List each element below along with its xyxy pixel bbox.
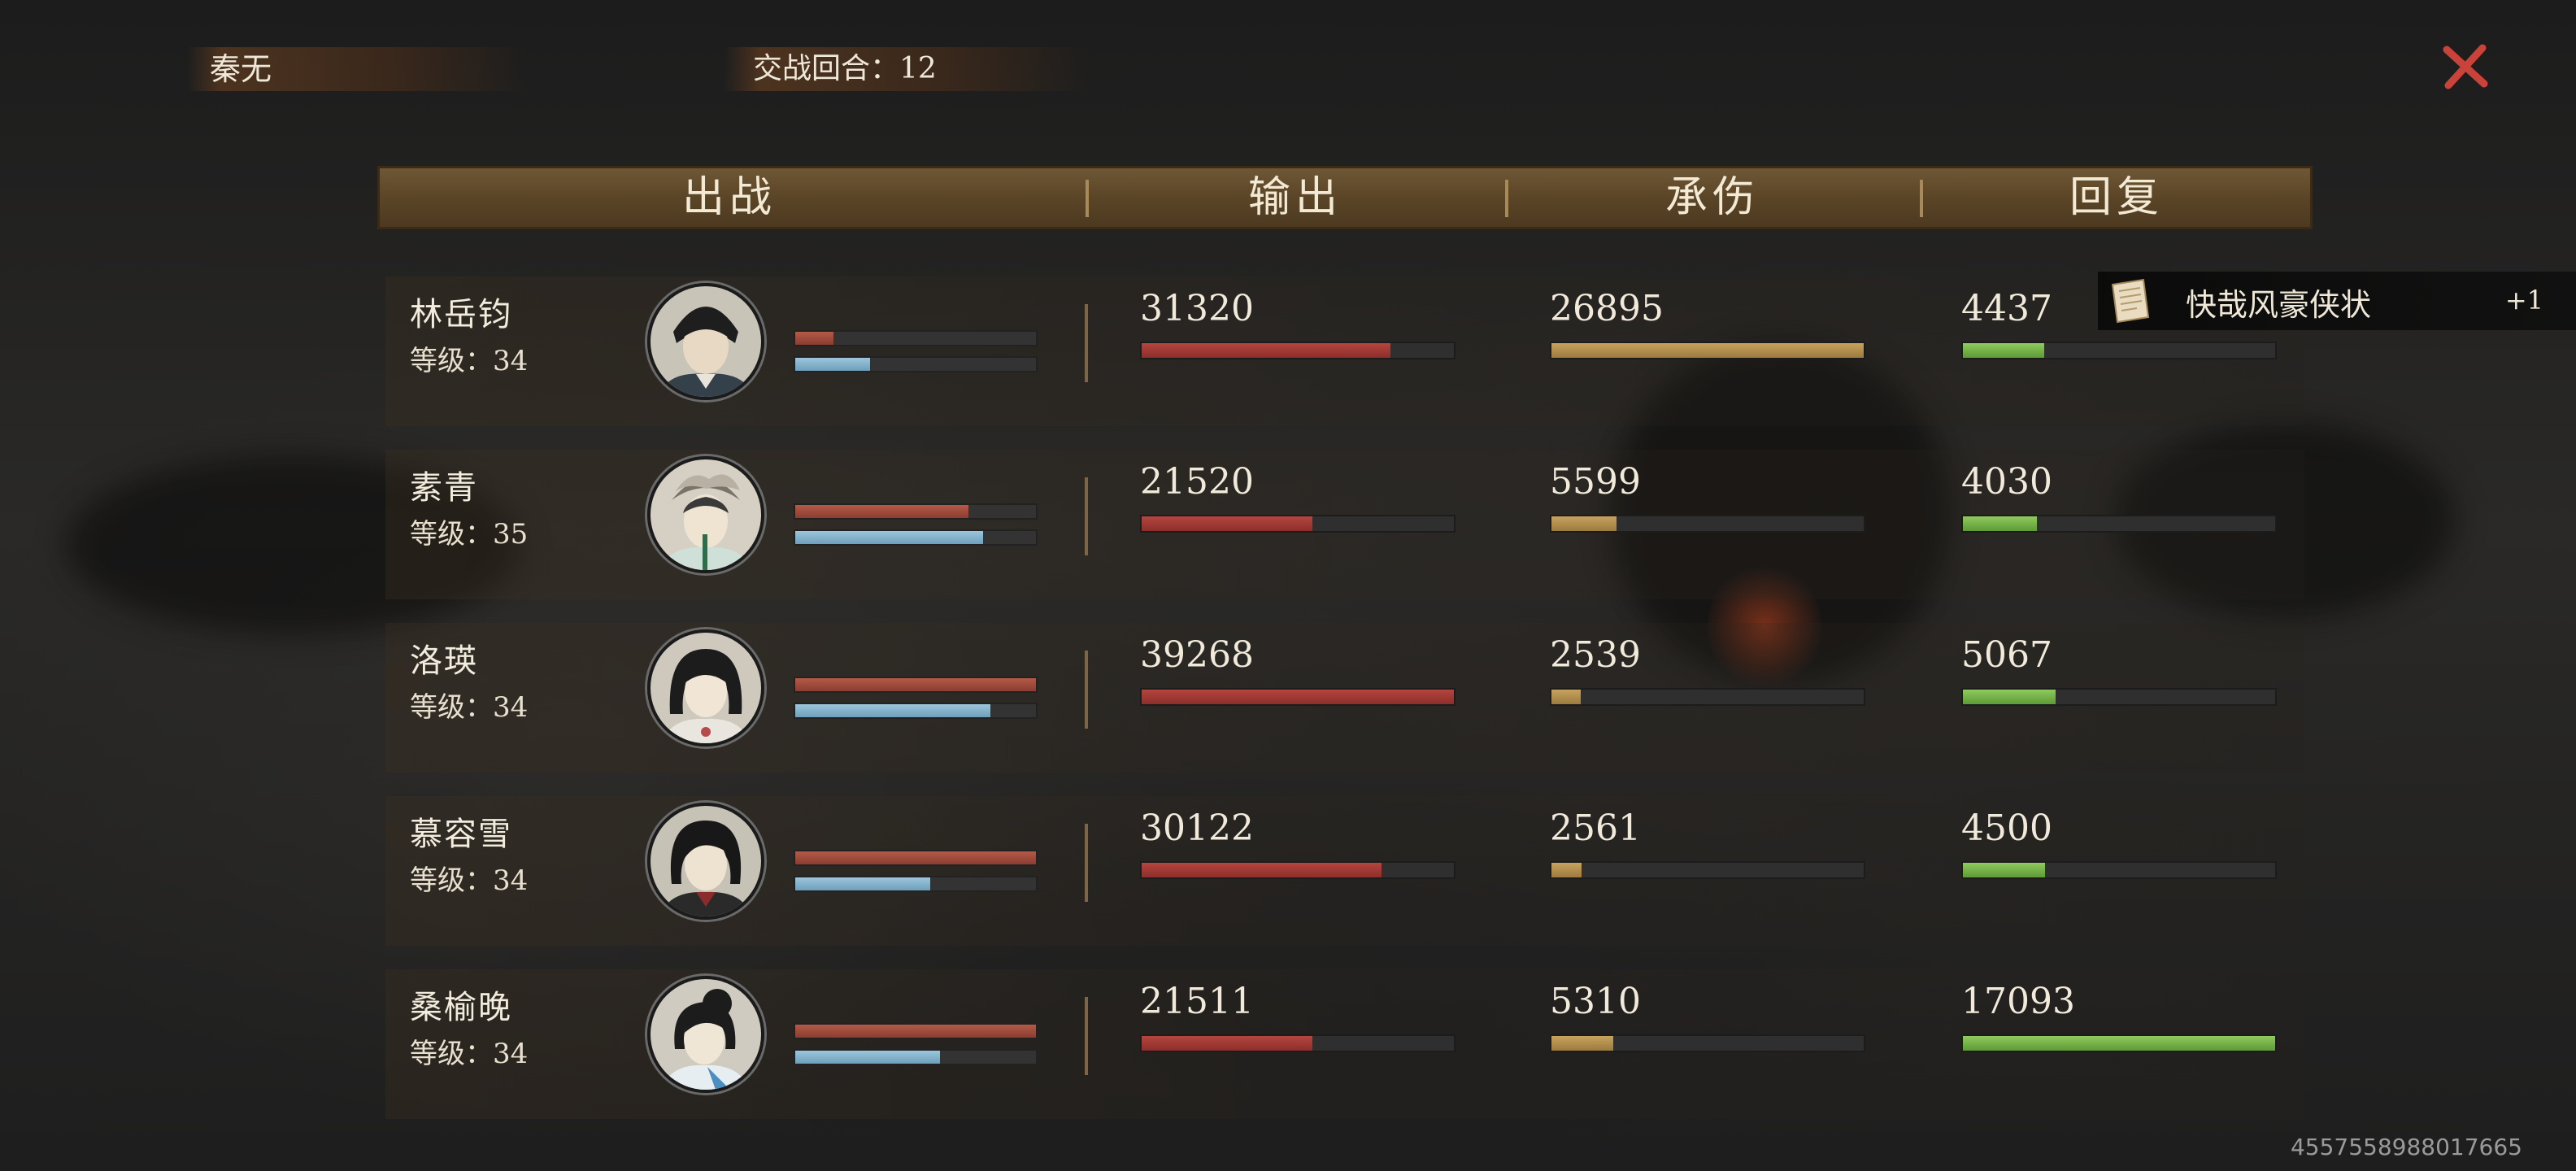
output-value: 31320 [1140, 288, 1254, 329]
output-value: 39268 [1140, 634, 1254, 676]
character-row[interactable]: 慕容雪 等级：34 30122 2561 4500 [385, 796, 2304, 946]
healing-value: 4437 [1961, 288, 2052, 329]
uid-label: 4557558988017665 [2290, 1134, 2522, 1160]
output-bar [1140, 688, 1456, 706]
character-avatar [647, 456, 764, 573]
damage-taken-bar [1550, 515, 1865, 533]
header-damage-taken: 承伤 [1664, 173, 1760, 222]
damage-taken-value: 2539 [1550, 634, 1641, 676]
damage-taken-bar [1550, 342, 1865, 359]
character-level: 等级：34 [410, 864, 529, 897]
damage-taken-bar [1550, 861, 1865, 879]
mp-bar [794, 529, 1038, 546]
award-label: 快哉风豪侠状 [2186, 287, 2372, 323]
header-fighters: 出战 [681, 173, 777, 222]
header-healing: 回复 [2069, 173, 2164, 222]
damage-taken-bar [1550, 1034, 1865, 1052]
mp-bar [794, 1049, 1038, 1065]
award-count: +1 [2504, 285, 2543, 316]
healing-bar [1961, 515, 2277, 533]
damage-taken-value: 26895 [1550, 288, 1664, 329]
character-row[interactable]: 素青 等级：35 21520 5599 4030 [385, 450, 2304, 599]
character-row[interactable]: 桑榆晚 等级：34 21511 5310 17093 [385, 969, 2304, 1119]
character-row[interactable]: 洛瑛 等级：34 39268 2539 5067 [385, 623, 2304, 773]
output-bar [1140, 515, 1456, 533]
hp-bar [794, 330, 1038, 346]
header-output: 输出 [1247, 173, 1342, 222]
character-name: 素青 [410, 469, 478, 507]
stats-header: 出战 输出 承伤 回复 [377, 166, 2313, 229]
output-value: 30122 [1140, 808, 1254, 849]
mp-bar [794, 703, 1038, 719]
character-avatar [647, 629, 764, 747]
output-bar [1140, 1034, 1456, 1052]
character-level: 等级：34 [410, 345, 529, 377]
healing-bar [1961, 861, 2277, 879]
damage-taken-value: 5310 [1550, 981, 1641, 1022]
character-avatar [647, 803, 764, 920]
mp-bar [794, 876, 1038, 892]
output-bar [1140, 861, 1456, 879]
player-name: 秦无 [187, 47, 529, 91]
character-level: 等级：34 [410, 1038, 529, 1070]
hp-bar [794, 503, 1038, 520]
healing-bar [1961, 342, 2277, 359]
character-level: 等级：34 [410, 691, 529, 724]
hp-bar [794, 677, 1038, 693]
award-banner[interactable]: 快哉风豪侠状 +1 [2098, 272, 2576, 330]
mp-bar [794, 356, 1038, 372]
character-avatar [647, 976, 764, 1093]
output-value: 21511 [1140, 981, 1254, 1022]
healing-bar [1961, 688, 2277, 706]
character-level: 等级：35 [410, 518, 529, 551]
healing-value: 4030 [1961, 461, 2052, 503]
healing-value: 17093 [1961, 981, 2075, 1022]
hp-bar [794, 1023, 1038, 1039]
healing-value: 5067 [1961, 634, 2052, 676]
close-button[interactable] [2435, 36, 2496, 98]
hp-bar [794, 850, 1038, 866]
damage-taken-value: 5599 [1550, 461, 1641, 503]
character-name: 林岳钧 [410, 296, 512, 333]
damage-taken-bar [1550, 688, 1865, 706]
character-name: 桑榆晚 [410, 989, 512, 1026]
round-counter: 交战回合：12 [724, 47, 1090, 91]
output-value: 21520 [1140, 461, 1254, 503]
scroll-certificate-icon [2111, 278, 2150, 324]
healing-value: 4500 [1961, 808, 2052, 849]
close-icon [2443, 44, 2488, 89]
character-avatar [647, 283, 764, 400]
damage-taken-value: 2561 [1550, 808, 1641, 849]
character-name: 慕容雪 [410, 816, 512, 853]
character-row[interactable]: 林岳钧 等级：34 31320 26895 4437 [385, 276, 2304, 426]
healing-bar [1961, 1034, 2277, 1052]
character-name: 洛瑛 [410, 642, 478, 680]
output-bar [1140, 342, 1456, 359]
